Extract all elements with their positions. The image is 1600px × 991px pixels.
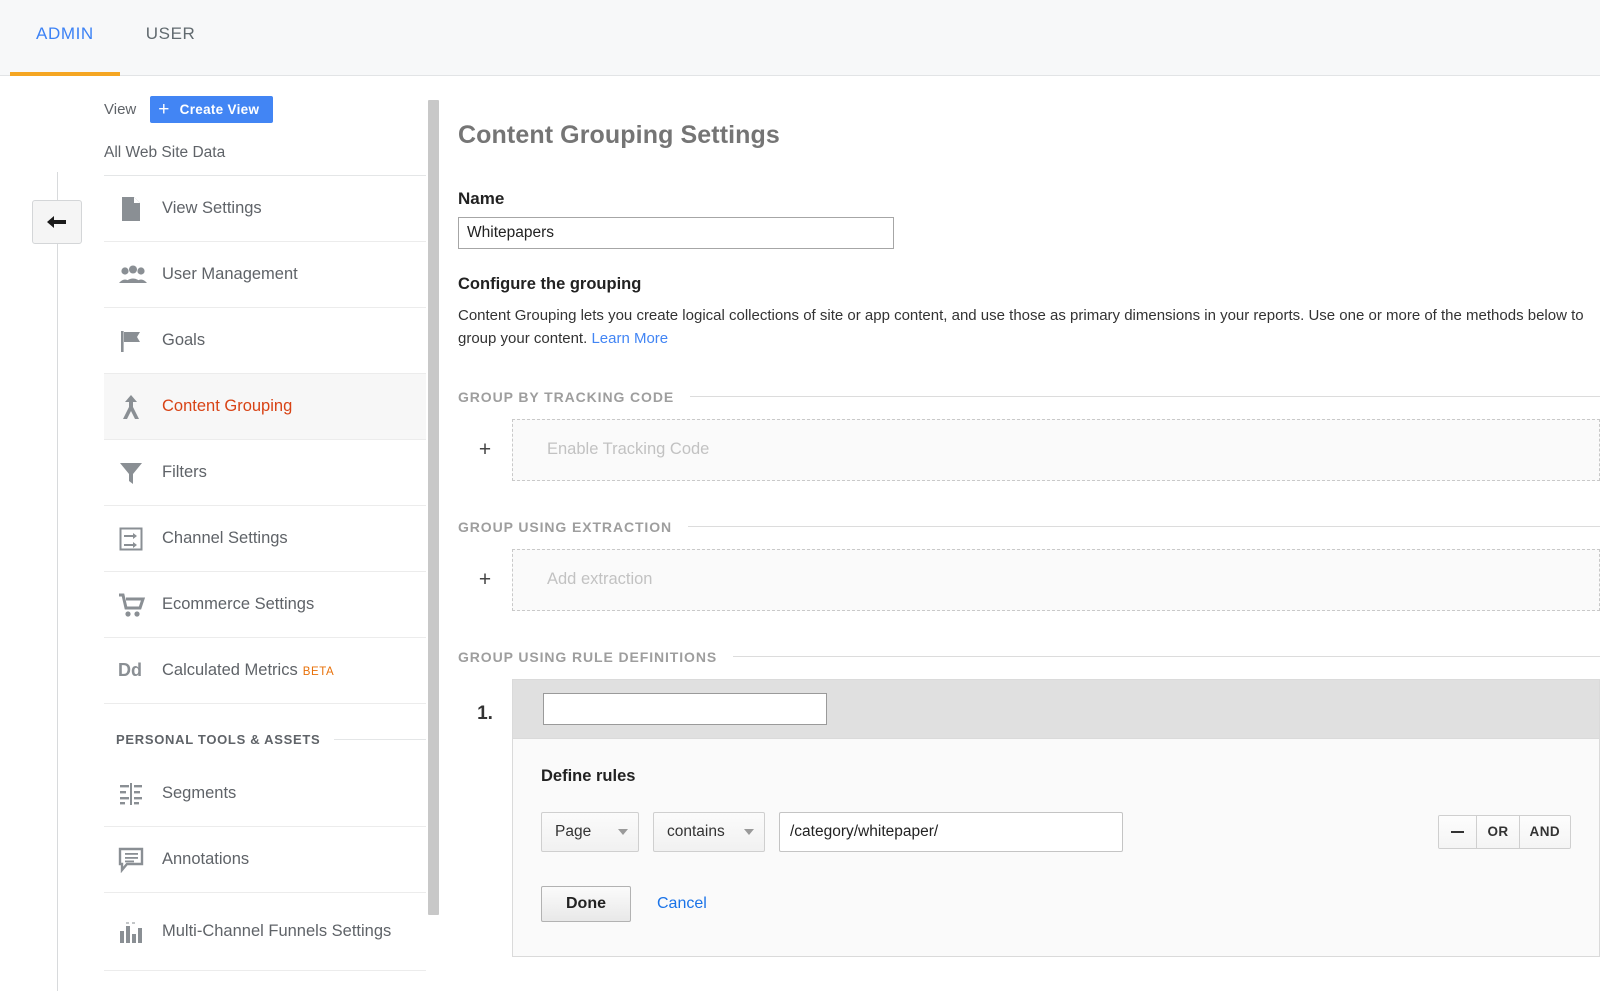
chevron-down-icon: [618, 828, 628, 835]
enable-tracking-code-button[interactable]: Enable Tracking Code: [512, 418, 1600, 481]
people-icon: [118, 264, 162, 286]
back-arrow-icon: [47, 216, 66, 228]
sidebar-scrollbar-thumb[interactable]: [428, 100, 439, 915]
define-rules-label: Define rules: [541, 766, 636, 785]
and-button[interactable]: AND: [1519, 815, 1570, 848]
configure-grouping-heading: Configure the grouping: [458, 275, 642, 293]
collapse-sidebar-button[interactable]: [32, 200, 82, 244]
name-input[interactable]: [458, 217, 894, 249]
calculated-metrics-label: Calculated Metrics: [162, 661, 298, 680]
dimension-select[interactable]: Page: [541, 811, 639, 852]
create-view-button[interactable]: + Create View: [150, 95, 274, 123]
group-title: GROUP USING EXTRACTION: [458, 518, 673, 535]
sidebar-item-user-management[interactable]: User Management: [104, 242, 430, 308]
page-title: Content Grouping Settings: [458, 121, 780, 149]
admin-sidebar: View + Create View All Web Site Data Vie…: [104, 88, 430, 991]
rule-card-body: Define rules Page contains /category/whi…: [512, 737, 1600, 957]
rule-value-input[interactable]: [779, 811, 1123, 852]
learn-more-link[interactable]: Learn More: [591, 330, 668, 347]
name-field-label: Name: [458, 189, 505, 208]
group-title: GROUP USING RULE DEFINITIONS: [458, 648, 718, 665]
sidebar-item-label: Content Grouping: [162, 397, 293, 416]
done-button[interactable]: Done: [541, 885, 631, 922]
rule-logic-button-group: OR AND: [1438, 814, 1571, 849]
view-selector-row: View + Create View: [104, 92, 430, 126]
tab-user[interactable]: USER: [120, 0, 222, 76]
rule-group-name-input[interactable]: [543, 692, 827, 725]
beta-badge: BETA: [302, 666, 335, 679]
sidebar-item-label: Ecommerce Settings: [162, 595, 315, 614]
sidebar-item-goals[interactable]: Goals: [104, 308, 430, 374]
sidebar-item-multi-channel-funnels[interactable]: Multi-Channel Funnels Settings: [104, 893, 430, 971]
sidebar-item-view-settings[interactable]: View Settings: [104, 176, 430, 242]
dimension-value: Page: [555, 822, 592, 840]
tab-admin[interactable]: ADMIN: [10, 0, 120, 76]
main-content: Content Grouping Settings Name Configure…: [458, 88, 1600, 991]
remove-rule-button[interactable]: [1439, 815, 1478, 848]
sidebar-item-label: User Management: [162, 265, 298, 284]
operator-value: contains: [667, 822, 725, 840]
add-tracking-code-plus-icon[interactable]: +: [458, 438, 512, 462]
group-divider: [688, 526, 1600, 527]
personal-tools-title: PERSONAL TOOLS & ASSETS: [116, 732, 321, 747]
enable-tracking-code-row: + Enable Tracking Code: [458, 418, 1600, 481]
segments-icon: [118, 782, 162, 806]
sidebar-item-label: Goals: [162, 331, 206, 350]
flag-icon: [118, 328, 162, 354]
sidebar-item-label: Segments: [162, 784, 237, 803]
dd-icon: Dd: [118, 660, 142, 680]
rule-index-label: 1.: [477, 702, 493, 724]
add-extraction-button[interactable]: Add extraction: [512, 548, 1600, 611]
cart-icon: [118, 592, 162, 618]
group-divider: [690, 396, 1600, 397]
rule-condition-row: Page contains OR AND: [541, 811, 1571, 852]
current-view-name[interactable]: All Web Site Data: [104, 126, 430, 176]
annotation-icon: [118, 847, 162, 873]
personal-tools-section-header: PERSONAL TOOLS & ASSETS: [104, 704, 430, 761]
sidebar-rail: [57, 172, 58, 991]
sidebar-item-segments[interactable]: Segments: [104, 761, 430, 827]
sidebar-item-label: Channel Settings: [162, 529, 288, 548]
section-divider: [334, 739, 430, 740]
group-using-rule-definitions-header: GROUP USING RULE DEFINITIONS: [458, 649, 1600, 665]
operator-select[interactable]: contains: [653, 811, 765, 852]
add-extraction-row: + Add extraction: [458, 548, 1600, 611]
minus-icon: [1451, 830, 1465, 833]
tab-list: ADMIN USER: [10, 0, 221, 76]
sidebar-item-annotations[interactable]: Annotations: [104, 827, 430, 893]
rule-card: Define rules Page contains /category/whi…: [512, 678, 1600, 957]
document-icon: [118, 195, 162, 223]
sidebar-item-label: View Settings: [162, 199, 262, 218]
sidebar-item-label: Calculated Metrics BETA: [162, 660, 334, 681]
sidebar-item-filters[interactable]: Filters: [104, 440, 430, 506]
channel-icon: [118, 526, 162, 552]
group-using-extraction-header: GROUP USING EXTRACTION: [458, 519, 1600, 535]
sidebar-item-label: Multi-Channel Funnels Settings: [162, 922, 392, 941]
sidebar-item-calculated-metrics[interactable]: Dd Calculated Metrics BETA: [104, 638, 430, 704]
top-tab-bar: ADMIN USER: [0, 0, 1600, 76]
bar-chart-icon: [118, 920, 162, 944]
sidebar-item-content-grouping[interactable]: Content Grouping: [104, 374, 430, 440]
create-view-label: Create View: [179, 101, 260, 117]
plus-icon: +: [158, 98, 170, 120]
group-divider: [733, 656, 1600, 657]
cancel-link[interactable]: Cancel: [657, 895, 707, 913]
sidebar-item-label: Annotations: [162, 850, 250, 869]
funnel-icon: [118, 460, 162, 486]
sidebar-item-ecommerce-settings[interactable]: Ecommerce Settings: [104, 572, 430, 638]
group-title: GROUP BY TRACKING CODE: [458, 388, 675, 405]
group-by-tracking-code-header: GROUP BY TRACKING CODE: [458, 389, 1600, 405]
sidebar-item-channel-settings[interactable]: Channel Settings: [104, 506, 430, 572]
or-button[interactable]: OR: [1477, 815, 1520, 848]
rule-card-header: [512, 678, 1600, 738]
add-extraction-plus-icon[interactable]: +: [458, 568, 512, 592]
view-label: View: [104, 100, 137, 118]
configure-grouping-description: Content Grouping lets you create logical…: [458, 304, 1598, 351]
chevron-down-icon: [744, 828, 754, 835]
content-grouping-icon: [118, 393, 162, 421]
sidebar-item-label: Filters: [162, 463, 207, 482]
rule-definition-row: 1. Define rules Page contains /category/…: [458, 678, 1600, 957]
rule-actions: Done Cancel: [541, 885, 1571, 922]
